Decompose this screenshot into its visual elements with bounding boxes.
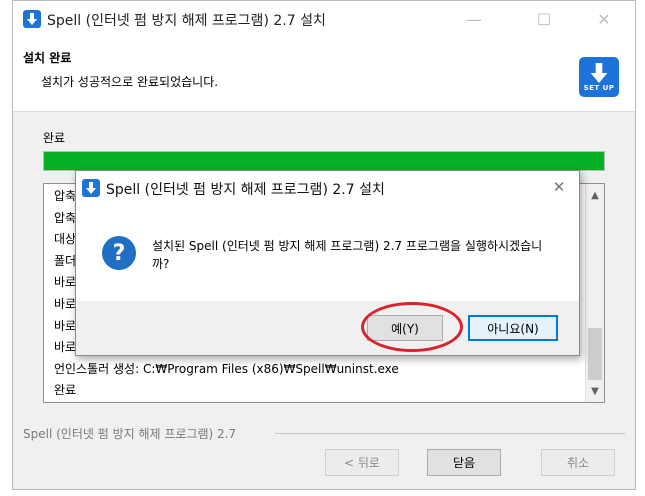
setup-logo-text: SET UP: [583, 83, 615, 92]
scroll-down-icon[interactable]: ▼: [586, 382, 604, 400]
log-scrollbar[interactable]: ▲ ▼: [585, 184, 604, 402]
run-program-dialog: Spell (인터넷 펌 방지 해제 프로그램) 2.7 설치 ✕ ? 설치된 …: [75, 170, 580, 356]
header-panel: 설치 완료 설치가 성공적으로 완료되었습니다. SET UP: [13, 37, 635, 112]
download-arrow-icon: [82, 179, 100, 197]
header-subtitle: 설치가 성공적으로 완료되었습니다.: [41, 75, 219, 89]
branding-text: Spell (인터넷 펌 방지 해제 프로그램) 2.7: [23, 427, 237, 441]
finish-close-button[interactable]: 닫음: [427, 449, 501, 476]
no-button[interactable]: 아니요(N): [468, 315, 558, 341]
download-arrow-icon: [23, 10, 41, 28]
progress-fill: [44, 152, 604, 170]
back-button[interactable]: < 뒤로: [325, 449, 399, 476]
setup-logo: SET UP: [579, 57, 619, 97]
close-window-button[interactable]: ✕: [581, 1, 627, 37]
scroll-up-icon[interactable]: ▲: [586, 186, 604, 204]
status-label: 완료: [43, 131, 66, 145]
scroll-thumb[interactable]: [588, 328, 602, 380]
window-title: Spell (인터넷 펌 방지 해제 프로그램) 2.7 설치: [47, 13, 326, 29]
dialog-title: Spell (인터넷 펌 방지 해제 프로그램) 2.7 설치: [106, 182, 385, 198]
yes-button[interactable]: 예(Y): [367, 315, 443, 341]
question-icon: ?: [102, 236, 136, 270]
log-line: 완료: [54, 383, 77, 398]
branding-divider: [275, 433, 625, 434]
minimize-button[interactable]: —: [451, 1, 497, 37]
log-line: 언인스톨러 생성: C:₩Program Files (x86)₩Spell₩u…: [54, 361, 399, 376]
maximize-button[interactable]: ☐: [521, 1, 567, 37]
title-bar[interactable]: Spell (인터넷 펌 방지 해제 프로그램) 2.7 설치 — ☐ ✕: [13, 1, 635, 37]
header-title: 설치 완료: [23, 51, 72, 65]
progress-bar: [43, 151, 605, 171]
close-icon[interactable]: ✕: [539, 171, 579, 203]
cancel-button[interactable]: 취소: [541, 449, 615, 476]
setup-arrow-icon: [590, 62, 608, 83]
dialog-message: 설치된 Spell (인터넷 펌 방지 해제 프로그램) 2.7 프로그램을 실…: [152, 239, 543, 271]
